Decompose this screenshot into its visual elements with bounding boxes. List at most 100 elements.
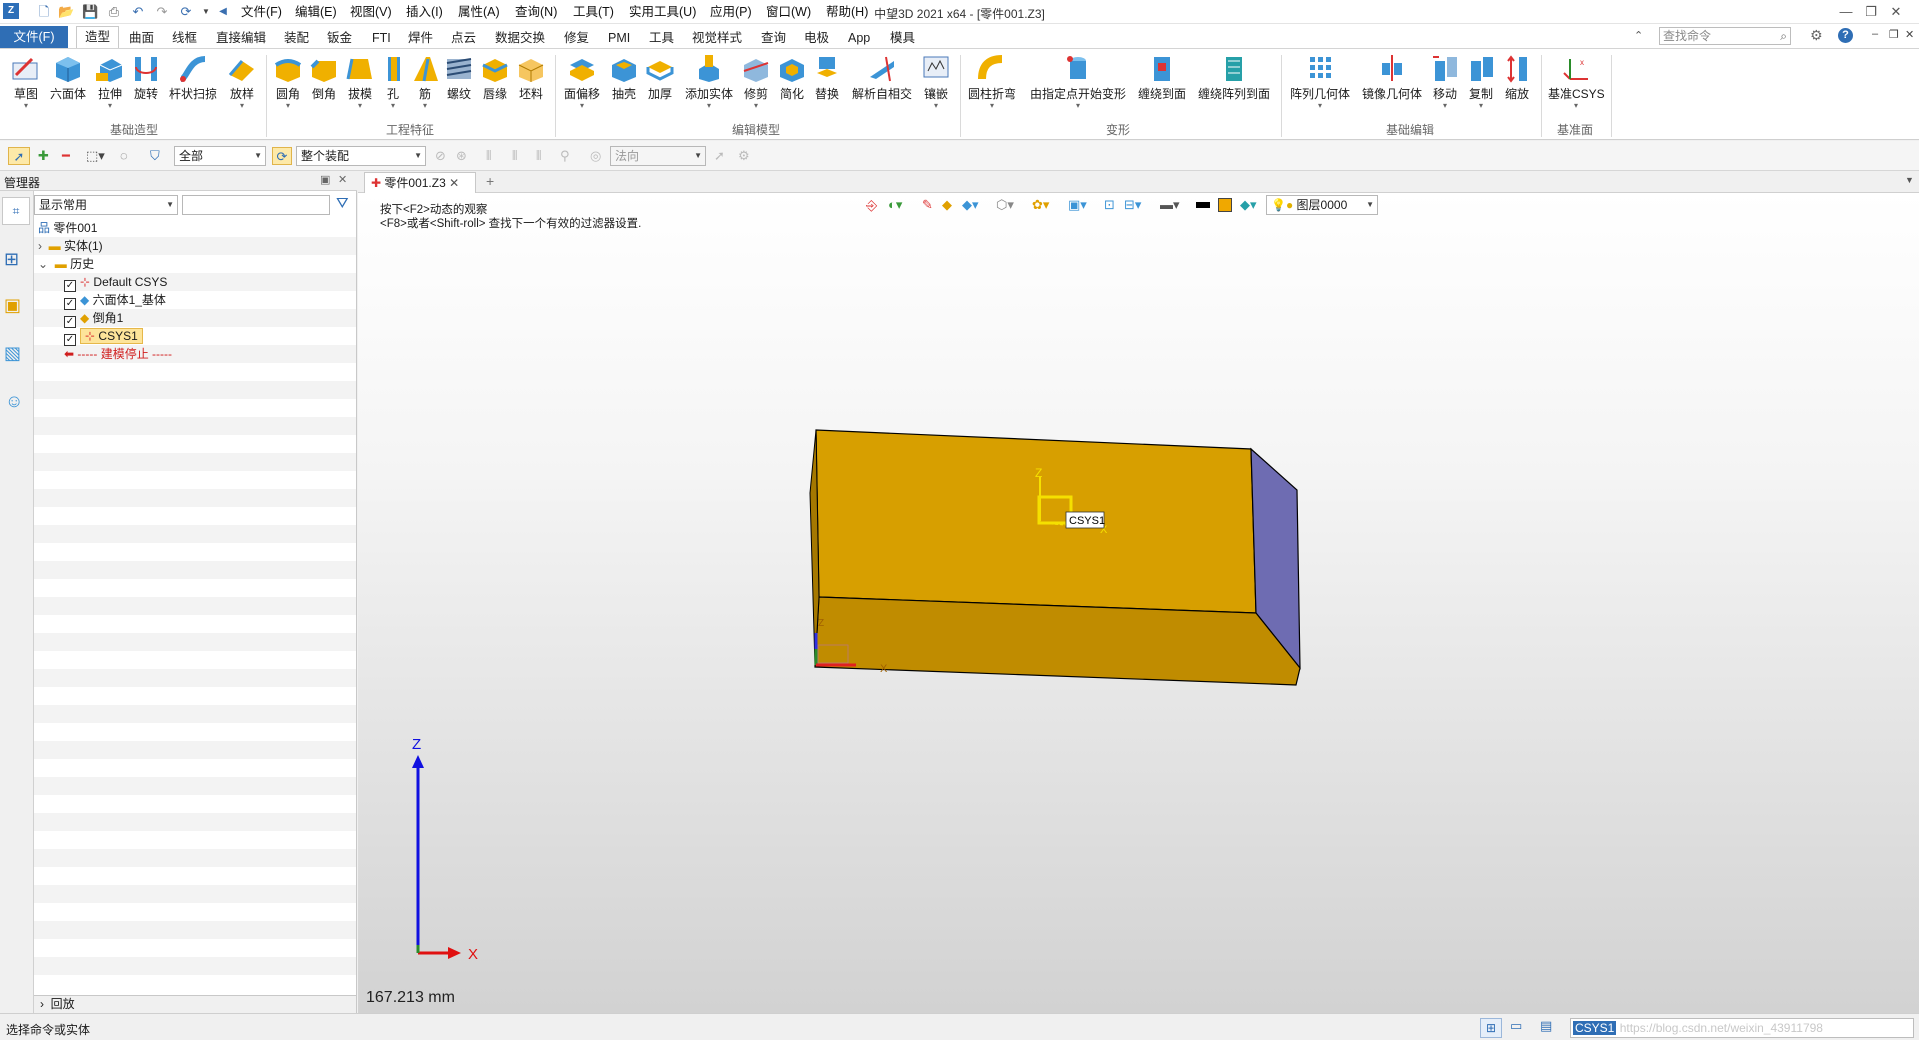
pin-icon[interactable]: ⚲ xyxy=(560,147,570,165)
remove-icon[interactable]: ━ xyxy=(62,147,70,165)
loft-button[interactable]: 放样 ▾ xyxy=(224,53,260,133)
doc-restore-icon[interactable]: ❐ xyxy=(1889,28,1899,41)
inlay-button[interactable]: 镶嵌 ▾ xyxy=(918,53,954,133)
tree-item-chamfer[interactable]: ✓ ◆ 倒角1 xyxy=(34,309,356,328)
direction-select[interactable]: 法向 ▼ xyxy=(610,146,706,166)
command-search-input[interactable]: 查找命令 ⌕ xyxy=(1659,27,1791,45)
doc-close-icon[interactable]: ✕ xyxy=(1905,28,1914,41)
expand-arrow-icon[interactable]: › xyxy=(38,239,42,253)
box-select-icon[interactable]: ⬚▾ xyxy=(86,147,105,165)
filter-scope-select[interactable]: 全部 ▼ xyxy=(174,146,266,166)
align-icon[interactable]: ⫴ xyxy=(512,147,517,165)
new-tab-icon[interactable]: + xyxy=(486,173,494,189)
tab-surface[interactable]: 曲面 xyxy=(129,28,154,48)
model-canvas[interactable]: Z X CSYS1 X Z Z X xyxy=(358,193,1919,1013)
tree-item-box[interactable]: ✓ ◆ 六面体1_基体 xyxy=(34,291,356,310)
box-top-face[interactable] xyxy=(815,429,1257,614)
tab-point-cloud[interactable]: 点云 xyxy=(451,28,476,48)
part-manager-icon[interactable]: ▣ xyxy=(4,295,21,316)
restore-icon[interactable]: ❐ xyxy=(1860,2,1882,22)
doc-minimize-icon[interactable]: – xyxy=(1872,28,1878,40)
tab-data-exchange[interactable]: 数据交换 xyxy=(495,28,545,48)
assembly-scope-select[interactable]: 整个装配 ▼ xyxy=(296,146,426,166)
view-manager-icon[interactable]: ▧ xyxy=(4,343,21,364)
user-manager-icon[interactable]: ☺ xyxy=(5,391,23,412)
add-icon[interactable]: ✚ xyxy=(38,147,49,165)
settings-gear-icon[interactable]: ⚙ xyxy=(1810,27,1823,44)
direction-icon[interactable]: ◎ xyxy=(590,147,601,165)
cylinder-bend-button[interactable]: 圆柱折弯 ▾ xyxy=(966,53,1018,133)
sweep-button[interactable]: 杆状扫掠 xyxy=(168,53,218,133)
lasso-select-icon[interactable]: ◌ xyxy=(120,147,128,165)
tree-filter-icon[interactable]: ⛛ xyxy=(336,195,349,212)
draft-button[interactable]: 拔模 ▾ xyxy=(342,53,378,133)
sketch-button[interactable]: 草图 ▾ xyxy=(6,53,46,133)
history-manager-icon[interactable]: ⌗ xyxy=(2,197,30,225)
display-filter-select[interactable]: 显示常用 ▼ xyxy=(34,195,178,215)
align-icon[interactable]: ⫴ xyxy=(536,147,541,165)
pin-panel-icon[interactable]: ▣ xyxy=(320,173,330,186)
tab-visual-style[interactable]: 视觉样式 xyxy=(692,28,742,48)
wrap-pattern-to-face-button[interactable]: 缠绕阵列到面 xyxy=(1194,53,1274,133)
replace-button[interactable]: 替换 xyxy=(810,53,844,133)
tree-node-solid[interactable]: › ▬ 实体(1) xyxy=(34,237,356,255)
add-solid-button[interactable]: 添加实体 ▾ xyxy=(684,53,734,133)
copy-button[interactable]: 复制 ▾ xyxy=(1464,53,1498,133)
collapse-arrow-icon[interactable]: ⌄ xyxy=(38,257,48,271)
thicken-button[interactable]: 加厚 xyxy=(642,53,678,133)
tree-search-input[interactable] xyxy=(182,195,330,215)
assembly-manager-icon[interactable]: ⊞ xyxy=(4,249,19,270)
tab-modeling[interactable]: 造型 xyxy=(76,26,120,48)
window-icon[interactable]: ▤ xyxy=(1540,1018,1552,1034)
lip-button[interactable]: 唇缘 xyxy=(478,53,512,133)
thread-button[interactable]: 螺纹 xyxy=(442,53,476,133)
replay-bar[interactable]: › 回放 xyxy=(34,995,356,1013)
status-icon-1[interactable]: ⊞ xyxy=(1480,1018,1502,1038)
tab-mold[interactable]: 模具 xyxy=(890,28,915,48)
tree-root[interactable]: 品 零件001 xyxy=(34,219,356,237)
tab-electrode[interactable]: 电极 xyxy=(804,28,829,48)
command-input[interactable]: CSYS1 https://blog.csdn.net/weixin_43911… xyxy=(1570,1018,1914,1038)
doc-tab[interactable]: ✚ 零件001.Z3 ✕ xyxy=(364,172,476,193)
tab-list-icon[interactable]: ▼ xyxy=(1905,175,1914,185)
tab-sheet-metal[interactable]: 钣金 xyxy=(327,28,352,48)
rollback-bar[interactable]: ⬅ ----- 建模停止 ----- xyxy=(34,345,356,363)
tab-tools[interactable]: 工具 xyxy=(649,28,674,48)
collapse-ribbon-icon[interactable]: ⌃ xyxy=(1634,29,1643,42)
wrap-to-face-button[interactable]: 缠绕到面 xyxy=(1134,53,1190,133)
settings-icon[interactable]: ⚙ xyxy=(738,147,750,165)
tab-assembly[interactable]: 装配 xyxy=(284,28,309,48)
align-icon[interactable]: ⫴ xyxy=(486,147,491,165)
tab-wireframe[interactable]: 线框 xyxy=(172,28,197,48)
monitor-icon[interactable]: ▭ xyxy=(1510,1018,1522,1034)
tab-pmi[interactable]: PMI xyxy=(608,28,630,48)
assembly-icon[interactable]: ⟳ xyxy=(272,147,292,165)
stock-button[interactable]: 坯料 xyxy=(514,53,548,133)
tab-app[interactable]: App xyxy=(848,28,870,48)
scale-button[interactable]: 缩放 xyxy=(1500,53,1534,133)
close-panel-icon[interactable]: ✕ xyxy=(338,173,347,186)
tab-fti[interactable]: FTI xyxy=(372,28,391,48)
doc-tab-close-icon[interactable]: ✕ xyxy=(449,176,459,190)
shell-button[interactable]: 抽壳 xyxy=(606,53,642,133)
select-pointer-icon[interactable]: ➚ xyxy=(8,147,30,165)
tree-item-csys1[interactable]: ✓ ⊹ CSYS1 xyxy=(34,327,356,346)
tree-item-default-csys[interactable]: ✓ ⊹ Default CSYS xyxy=(34,273,356,292)
tree-node-history[interactable]: ⌄ ▬ 历史 xyxy=(34,255,356,273)
close-icon[interactable]: ✕ xyxy=(1885,2,1907,22)
pick-icon[interactable]: ➚ xyxy=(714,147,725,165)
pattern-geometry-button[interactable]: 阵列几何体 ▾ xyxy=(1288,53,1352,133)
fillet-button[interactable]: 圆角 ▾ xyxy=(270,53,306,133)
filter-option-icon[interactable]: ⊛ xyxy=(456,147,467,165)
box-button[interactable]: 六面体 xyxy=(48,53,88,133)
filter-option-icon[interactable]: ⊘ xyxy=(435,147,446,165)
chamfer-button[interactable]: 倒角 xyxy=(306,53,342,133)
tab-inquire[interactable]: 查询 xyxy=(761,28,786,48)
tab-weldment[interactable]: 焊件 xyxy=(408,28,433,48)
minimize-icon[interactable]: — xyxy=(1835,2,1857,22)
resolve-self-intersection-button[interactable]: 解析自相交 xyxy=(850,53,914,133)
file-tab[interactable]: 文件(F) xyxy=(0,26,68,48)
face-offset-button[interactable]: 面偏移 ▾ xyxy=(562,53,602,133)
filter-icon[interactable]: ⛉ xyxy=(150,147,160,165)
graphics-viewport[interactable]: 按下<F2>动态的观察 <F8>或者<Shift-roll> 查找下一个有效的过… xyxy=(358,193,1919,1013)
